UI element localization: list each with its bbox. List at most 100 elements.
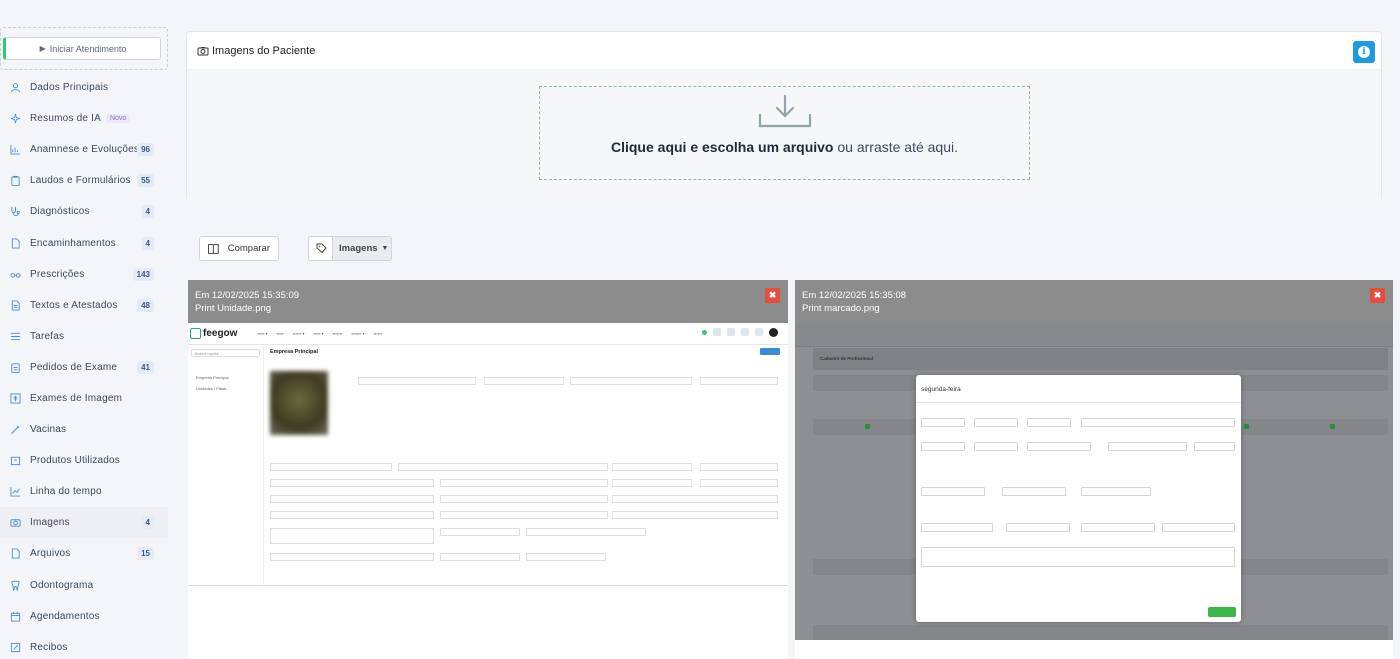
- start-button-container: ▶ Iniciar Atendimento: [0, 27, 168, 70]
- count-badge: 15: [137, 547, 154, 561]
- thumb-modal-field: [1081, 418, 1235, 427]
- thumb-field: [484, 377, 564, 385]
- thumb-sidebar: Busca rápida... Empresa Principal Unidad…: [188, 345, 264, 585]
- sidebar-item-label: Laudos e Formulários: [30, 175, 131, 187]
- thumb-modal-field: [974, 418, 1018, 427]
- sidebar-item[interactable]: Resumos de IA Novo: [0, 103, 168, 134]
- compare-label: Comparar: [227, 243, 270, 254]
- count-badge: 48: [137, 298, 154, 312]
- compare-button[interactable]: Comparar: [199, 236, 279, 261]
- caret-down-icon: ▼: [381, 245, 389, 252]
- thumb-field: [440, 553, 520, 561]
- sidebar-item[interactable]: Arquivos 15: [0, 538, 168, 569]
- thumb-modal-field: [921, 523, 993, 532]
- file-icon: [10, 548, 21, 559]
- thumb-field: [700, 377, 778, 385]
- sidebar: ▶ Iniciar Atendimento Dados Principais Re…: [0, 0, 170, 659]
- thumb-modal-field: [1027, 418, 1071, 427]
- sidebar-item[interactable]: Laudos e Formulários 55: [0, 165, 168, 196]
- delete-image-button[interactable]: ✖: [1370, 288, 1385, 303]
- sidebar-item-label: Recibos: [30, 641, 68, 653]
- image-card[interactable]: Em 12/02/2025 15:35:08 Print marcado.png…: [795, 280, 1393, 659]
- calendar-icon: [10, 611, 21, 622]
- tooth-icon: [10, 580, 21, 591]
- patient-images-panel: Imagens do Paciente i Clique aqui e esco…: [186, 31, 1382, 201]
- thumb-field: [270, 553, 434, 561]
- thumb-modal-field: [921, 418, 965, 427]
- sidebar-item[interactable]: Textos e Atestados 48: [0, 290, 168, 321]
- file-dropzone[interactable]: Clique aqui e escolha um arquivo ou arra…: [539, 86, 1030, 180]
- count-badge: 41: [137, 360, 154, 374]
- sidebar-item-label: Anamnese e Evoluções: [30, 144, 140, 156]
- thumb-field: [270, 463, 392, 471]
- sidebar-item[interactable]: Tarefas: [0, 321, 168, 352]
- sidebar-item-label: Diagnósticos: [30, 206, 90, 218]
- thumb-field: [526, 528, 646, 536]
- sidebar-item[interactable]: Recibos: [0, 632, 168, 659]
- sidebar-item[interactable]: Produtos Utilizados: [0, 445, 168, 476]
- start-attendance-button[interactable]: ▶ Iniciar Atendimento: [3, 37, 161, 60]
- thumb-header-bar: Cadastro de Profissional: [813, 348, 1388, 370]
- thumb-field: [440, 511, 608, 519]
- sidebar-item[interactable]: Dados Principais: [0, 72, 168, 103]
- count-badge: 55: [137, 174, 154, 188]
- images-filter-dropdown[interactable]: Imagens ▼: [332, 236, 392, 261]
- sidebar-item[interactable]: Linha do tempo: [0, 476, 168, 507]
- panel-header: Imagens do Paciente: [187, 32, 1381, 70]
- avatar-icon: [769, 328, 778, 337]
- sidebar-item[interactable]: Imagens 4: [0, 507, 168, 539]
- image-thumbnail[interactable]: feegow ▪▪▪▪▪ ▾ ▪▪▪▪▪ ▪▪▪▪▪▪ ▾ ▪▪▪▪▪ ▾ ▪▪▪▪▪▪…: [188, 323, 788, 586]
- thumb-menu-item: ▪▪▪▪▪▪▪ ▾: [351, 331, 365, 336]
- sidebar-item-label: Imagens: [30, 517, 70, 529]
- info-button[interactable]: i: [1353, 41, 1375, 63]
- thumb-field: [358, 377, 476, 385]
- sidebar-item[interactable]: Vacinas: [0, 414, 168, 445]
- sidebar-item[interactable]: Agendamentos: [0, 601, 168, 632]
- thumb-topbar: feegow ▪▪▪▪▪ ▾ ▪▪▪▪▪ ▪▪▪▪▪▪ ▾ ▪▪▪▪▪ ▾ ▪▪▪▪▪▪…: [188, 323, 788, 345]
- thumb-modal: segunda-feira: [916, 375, 1241, 622]
- thumb-field: [440, 528, 520, 536]
- thumb-green-marker: [865, 424, 870, 429]
- sidebar-item[interactable]: Encaminhamentos 4: [0, 227, 168, 258]
- thumb-icon: [713, 328, 721, 336]
- sidebar-item[interactable]: Prescrições 143: [0, 259, 168, 290]
- sidebar-item[interactable]: Exames de Imagem: [0, 383, 168, 414]
- thumb-icon: [755, 328, 763, 336]
- image-date: Em 12/02/2025 15:35:08: [802, 290, 907, 301]
- box-icon: [10, 455, 21, 466]
- receipt-icon: [10, 642, 21, 653]
- image-thumbnail[interactable]: Cadastro de Profissional segunda-feira: [795, 323, 1393, 640]
- thumb-field: [270, 495, 434, 503]
- sidebar-item[interactable]: Anamnese e Evoluções 96: [0, 134, 168, 165]
- thumb-modal-field: [1006, 523, 1070, 532]
- tag-button[interactable]: [308, 236, 334, 261]
- camera-icon: [197, 46, 209, 55]
- thumb-field: [700, 463, 778, 471]
- sidebar-item-label: Encaminhamentos: [30, 237, 116, 249]
- thumb-field: [612, 479, 692, 487]
- count-badge: 4: [141, 516, 154, 530]
- thumb-icon: [741, 328, 749, 336]
- thumb-modal-field: [921, 487, 985, 496]
- sidebar-item[interactable]: Diagnósticos 4: [0, 196, 168, 227]
- sidebar-item-label: Arquivos: [30, 548, 71, 560]
- sidebar-item-label: Vacinas: [30, 424, 67, 436]
- thumb-side-item: Unidades / Filiais: [196, 386, 227, 391]
- thumb-field: [570, 377, 692, 385]
- thumb-title: Empresa Principal: [270, 349, 318, 355]
- thumb-modal-field: [1081, 487, 1151, 496]
- thumb-modal-field: [921, 547, 1235, 567]
- sidebar-item-label: Resumos de IA: [30, 113, 101, 125]
- image-card[interactable]: Em 12/02/2025 15:35:09 Print Unidade.png…: [188, 280, 788, 659]
- sidebar-item[interactable]: Pedidos de Exame 41: [0, 352, 168, 383]
- delete-image-button[interactable]: ✖: [765, 288, 780, 303]
- thumb-modal-field: [1027, 442, 1091, 451]
- columns-icon: [208, 243, 219, 254]
- download-icon: [758, 94, 811, 128]
- user-icon: [10, 82, 21, 93]
- sidebar-item-label: Linha do tempo: [30, 486, 102, 498]
- thumb-green-marker: [1330, 424, 1335, 429]
- thumb-icons: [702, 328, 778, 337]
- image-card-header: Em 12/02/2025 15:35:08 Print marcado.png…: [795, 280, 1393, 323]
- sidebar-item[interactable]: Odontograma: [0, 570, 168, 601]
